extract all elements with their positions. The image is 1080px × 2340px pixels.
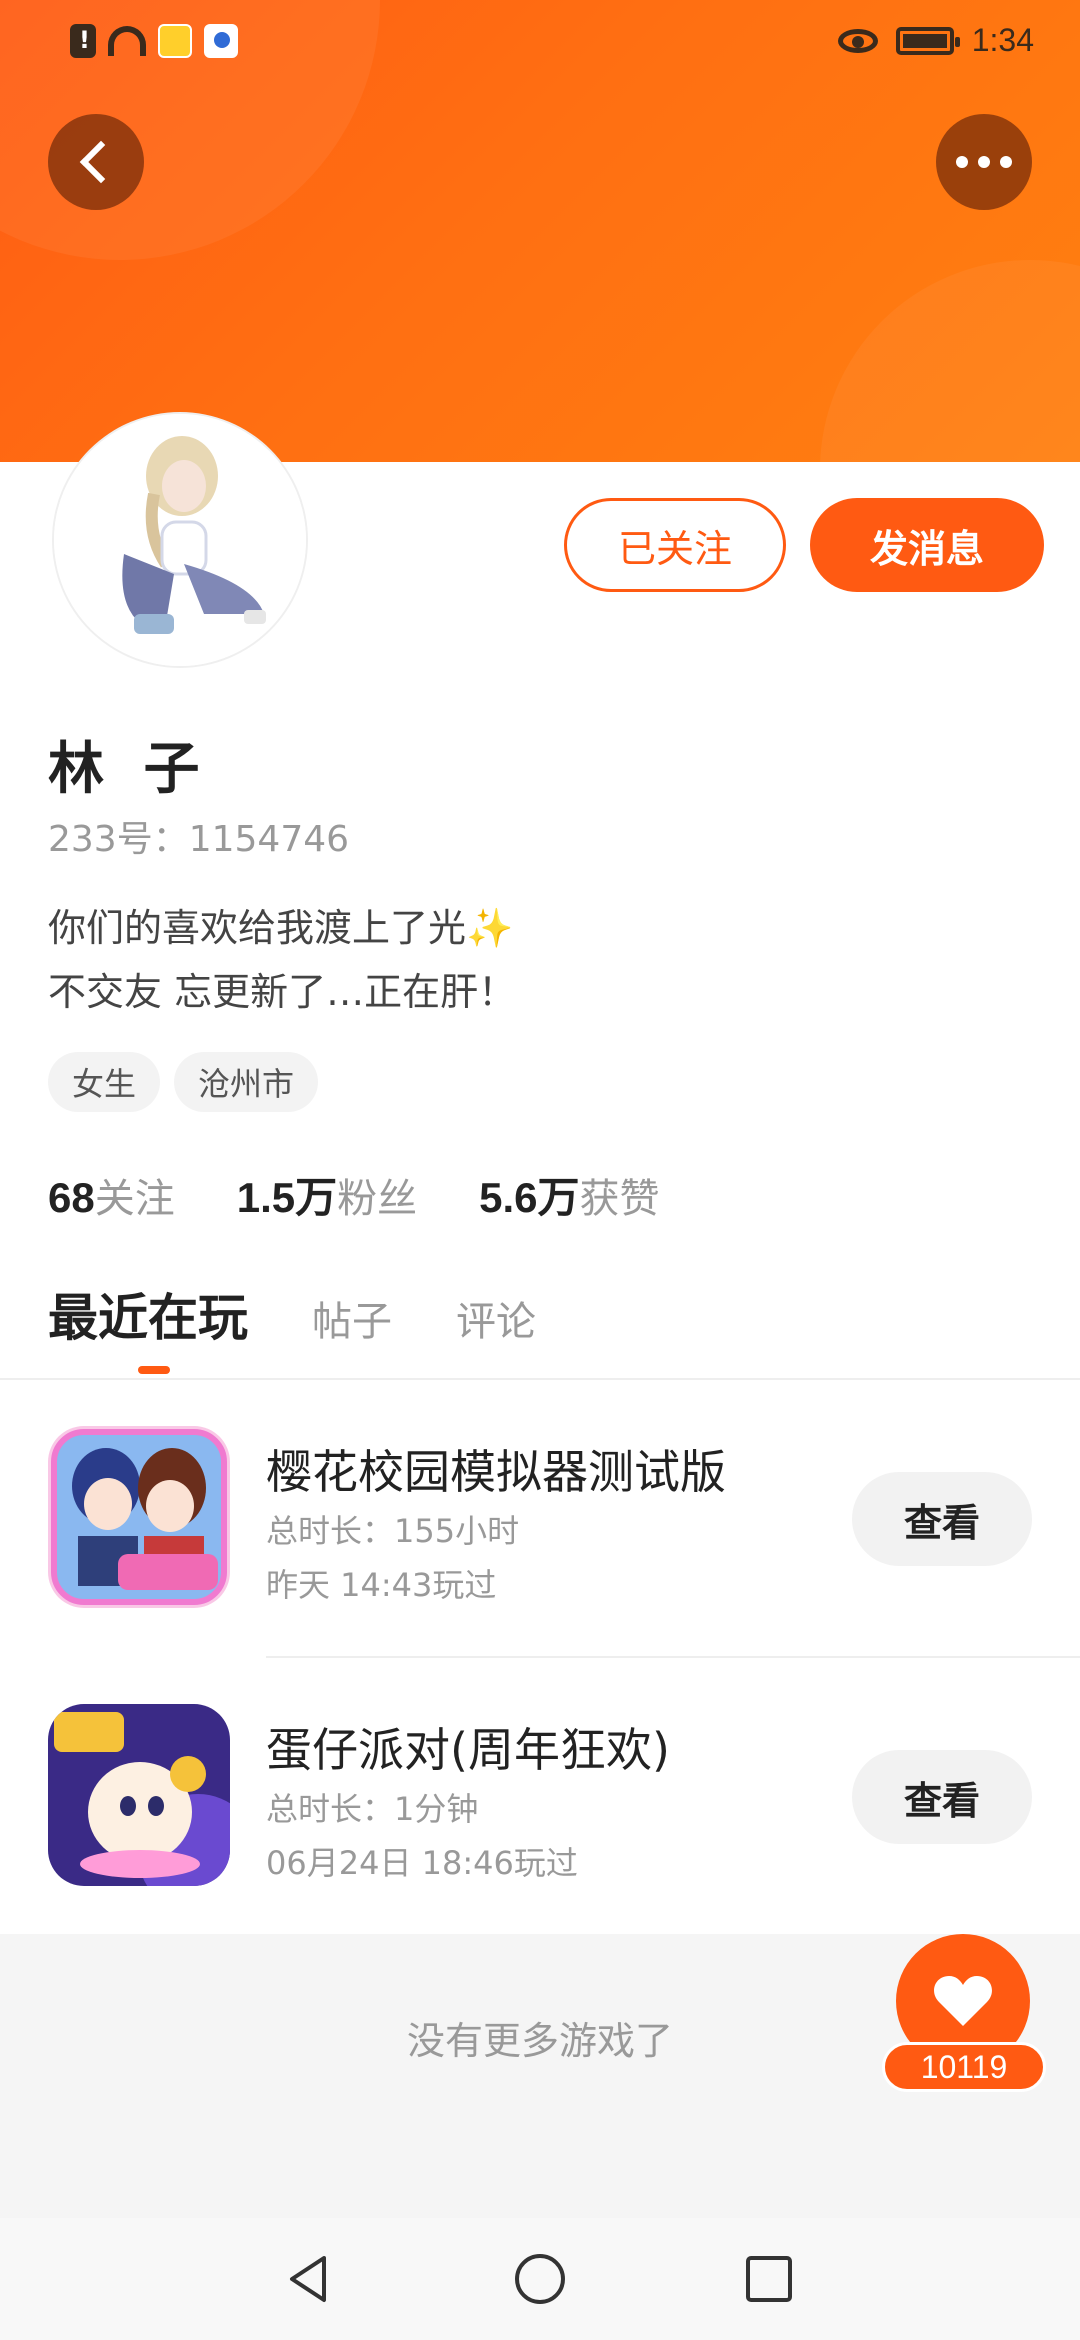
send-message-button[interactable]: 发消息 bbox=[810, 498, 1044, 592]
user-name: 林 子 bbox=[48, 737, 210, 802]
divider bbox=[0, 1378, 1080, 1380]
game-last-played: 06月24日 18:46玩过 bbox=[266, 1844, 578, 1882]
game-icon-eggy-party bbox=[48, 1704, 230, 1886]
profile-tabs: 最近在玩 帖子 评论 bbox=[48, 1278, 536, 1350]
tag-location: 沧州市 bbox=[174, 1052, 319, 1112]
system-nav-bar bbox=[0, 2218, 1080, 2340]
stat-likes[interactable]: 5.6万获赞 bbox=[479, 1164, 659, 1225]
game-list-item[interactable]: 蛋仔派对(周年狂欢) 总时长：1分钟 06月24日 18:46玩过 查看 bbox=[0, 1660, 1080, 1938]
nav-back-icon[interactable] bbox=[280, 2250, 338, 2308]
user-id: 233号：1154746 bbox=[48, 819, 350, 860]
tab-posts[interactable]: 帖子 bbox=[312, 1289, 392, 1347]
game-last-played: 昨天 14:43玩过 bbox=[266, 1566, 497, 1604]
back-icon bbox=[79, 140, 123, 184]
bio-line-1: 你们的喜欢给我渡上了光 bbox=[48, 906, 467, 950]
view-game-button[interactable]: 查看 bbox=[852, 1750, 1032, 1844]
battery-icon bbox=[895, 26, 960, 55]
avatar-image bbox=[54, 414, 306, 666]
stat-following[interactable]: 68关注 bbox=[48, 1166, 175, 1224]
game-title: 樱花校园模拟器测试版 bbox=[266, 1445, 726, 1499]
eye-comfort-icon bbox=[837, 28, 878, 53]
game-title: 蛋仔派对(周年狂欢) bbox=[266, 1723, 670, 1777]
game-duration: 总时长：1分钟 bbox=[266, 1790, 479, 1828]
status-bar: 1:34 bbox=[0, 0, 1080, 90]
alert-icon bbox=[70, 24, 96, 58]
game-list-item[interactable]: 樱花校园模拟器测试版 总时长：155小时 昨天 14:43玩过 查看 bbox=[0, 1382, 1080, 1660]
stat-followers[interactable]: 1.5万粉丝 bbox=[237, 1164, 417, 1225]
divider bbox=[266, 1656, 1080, 1658]
tab-recently-played[interactable]: 最近在玩 bbox=[48, 1278, 248, 1350]
tab-comments[interactable]: 评论 bbox=[456, 1289, 536, 1347]
heart-icon bbox=[934, 1976, 992, 2026]
nav-home-icon[interactable] bbox=[511, 2250, 569, 2308]
tab-indicator bbox=[138, 1366, 170, 1374]
like-count: 10119 bbox=[882, 2042, 1046, 2092]
back-button[interactable] bbox=[48, 114, 144, 210]
user-bio: 你们的喜欢给我渡上了光✨ 不交友 忘更新了…正在肝！ bbox=[48, 896, 516, 1024]
baidu-notification-icon bbox=[204, 24, 238, 58]
wifi-icon bbox=[108, 26, 146, 56]
followed-button[interactable]: 已关注 bbox=[564, 498, 786, 592]
user-tags: 女生 沧州市 bbox=[48, 1052, 319, 1112]
game-duration: 总时长：155小时 bbox=[266, 1512, 520, 1550]
nav-recent-icon[interactable] bbox=[740, 2250, 798, 2308]
user-stats: 68关注 1.5万粉丝 5.6万获赞 bbox=[48, 1164, 660, 1225]
game-icon-sakura bbox=[48, 1426, 230, 1608]
view-game-button[interactable]: 查看 bbox=[852, 1472, 1032, 1566]
folder-notification-icon bbox=[158, 24, 192, 58]
more-icon bbox=[956, 156, 1012, 168]
status-time: 1:34 bbox=[971, 22, 1034, 58]
sparkle-icon: ✨ bbox=[466, 906, 514, 950]
tag-gender: 女生 bbox=[48, 1052, 161, 1112]
header-decoration bbox=[820, 260, 1080, 462]
more-button[interactable] bbox=[936, 114, 1032, 210]
bio-line-2: 不交友 忘更新了…正在肝！ bbox=[48, 970, 517, 1014]
avatar[interactable] bbox=[54, 414, 306, 666]
